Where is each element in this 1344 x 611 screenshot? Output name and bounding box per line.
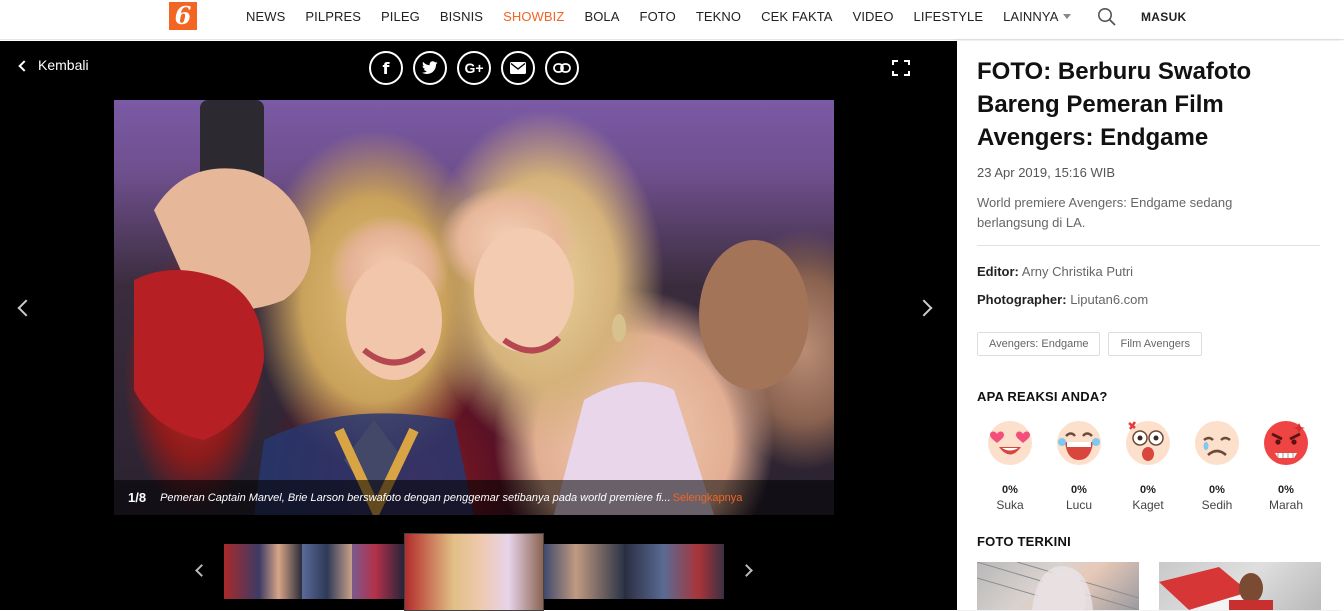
chevron-left-icon (18, 59, 30, 72)
thumbnail-next-arrow[interactable] (740, 564, 753, 577)
photographer-row: Photographer: Liputan6.com (977, 292, 1148, 307)
google-plus-icon[interactable]: G+ (457, 51, 491, 85)
thumbnail-active[interactable] (404, 533, 544, 611)
reaction-percent: 0% (1140, 484, 1156, 496)
top-navigation-bar: 6 NEWS PILPRES PILEG BISNIS SHOWBIZ BOLA… (0, 0, 1344, 40)
reaction-percent: 0% (1002, 484, 1018, 496)
reaction-sedih[interactable]: 0% Sedih (1187, 417, 1247, 512)
photo-caption-bar: 1/8 Pemeran Captain Marvel, Brie Larson … (114, 480, 834, 515)
article-summary: World premiere Avengers: Endgame sedang … (977, 195, 1233, 230)
facebook-icon[interactable]: f (369, 51, 403, 85)
reactions-heading: APA REAKSI ANDA? (977, 389, 1108, 404)
site-logo[interactable]: 6 (169, 2, 197, 30)
photographer-label: Photographer: (977, 292, 1067, 307)
nav-item-pilpres[interactable]: PILPRES (295, 9, 371, 24)
fullscreen-icon[interactable] (892, 60, 910, 76)
previous-photo-arrow[interactable] (17, 299, 35, 317)
reaction-percent: 0% (1278, 484, 1294, 496)
nav-item-lainnya-dropdown[interactable]: LAINNYA (993, 9, 1081, 24)
editor-row: Editor: Arny Christika Putri (977, 264, 1133, 279)
nav-item-showbiz[interactable]: SHOWBIZ (493, 9, 574, 24)
photo-caption: Pemeran Captain Marvel, Brie Larson bers… (160, 491, 671, 504)
twitter-icon[interactable] (413, 51, 447, 85)
reaction-marah[interactable]: 0% Marah (1256, 417, 1316, 512)
nav-item-lifestyle[interactable]: LIFESTYLE (904, 9, 994, 24)
nav-item-tekno[interactable]: TEKNO (686, 9, 751, 24)
photographer-name: Liputan6.com (1070, 292, 1149, 307)
reaction-lucu[interactable]: 0% Lucu (1049, 417, 1109, 512)
nav-item-foto[interactable]: FOTO (630, 9, 686, 24)
publish-date: 23 Apr 2019, 15:16 WIB (977, 165, 1116, 180)
reaction-label: Lucu (1065, 498, 1093, 512)
search-icon[interactable] (1097, 7, 1117, 27)
nav-item-cek-fakta[interactable]: CEK FAKTA (751, 9, 842, 24)
nav-item-bisnis[interactable]: BISNIS (430, 9, 493, 24)
sad-icon (1194, 420, 1240, 466)
latest-photos-heading: FOTO TERKINI (977, 534, 1071, 549)
link-icon[interactable] (545, 51, 579, 85)
nav-item-news[interactable]: NEWS (236, 9, 295, 24)
photo-counter: 1/8 (128, 490, 147, 505)
next-photo-arrow[interactable] (915, 299, 933, 317)
reaction-label: Marah (1268, 498, 1303, 512)
surprised-icon (1125, 420, 1171, 466)
angry-icon (1263, 420, 1309, 466)
back-label: Kembali (38, 57, 89, 73)
thumbnail[interactable] (544, 544, 624, 599)
nav-item-pileg[interactable]: PILEG (371, 9, 430, 24)
reaction-kaget[interactable]: 0% Kaget (1118, 417, 1178, 512)
thumbnail[interactable] (302, 544, 352, 599)
thumbnail[interactable] (224, 544, 302, 599)
tag-film-avengers[interactable]: Film Avengers (1108, 332, 1202, 356)
thumbnail[interactable] (624, 544, 724, 599)
main-nav: NEWS PILPRES PILEG BISNIS SHOWBIZ BOLA F… (236, 0, 1081, 32)
main-photo (114, 100, 834, 515)
article-info-panel: FOTO: Berburu Swafoto Bareng Pemeran Fil… (957, 41, 1344, 610)
reaction-suka[interactable]: 0% Suka (980, 417, 1040, 512)
back-button[interactable]: Kembali (18, 57, 89, 73)
tag-list: Avengers: Endgame Film Avengers (977, 332, 1202, 356)
thumbnail[interactable] (352, 544, 404, 599)
reaction-label: Kaget (1132, 498, 1164, 512)
login-link[interactable]: MASUK (1141, 10, 1187, 24)
divider (977, 245, 1320, 246)
heart-eyes-icon (987, 420, 1033, 466)
reaction-percent: 0% (1209, 484, 1225, 496)
laughing-icon (1056, 420, 1102, 466)
reaction-percent: 0% (1071, 484, 1087, 496)
photo-gallery: Kembali f G+ 1/8 Pemeran Captain Marvel,… (0, 41, 957, 611)
share-buttons: f G+ (369, 51, 579, 85)
nav-item-bola[interactable]: BOLA (574, 9, 629, 24)
photo-illustration (134, 100, 809, 515)
read-more-link[interactable]: Selengkapnya (673, 492, 743, 504)
reaction-label: Suka (996, 498, 1024, 512)
article-title: FOTO: Berburu Swafoto Bareng Pemeran Fil… (977, 58, 1252, 151)
email-icon[interactable] (501, 51, 535, 85)
thumbnail-prev-arrow[interactable] (195, 564, 208, 577)
latest-photo-thumbnail[interactable] (977, 562, 1139, 610)
reaction-label: Sedih (1201, 498, 1233, 512)
tag-avengers-endgame[interactable]: Avengers: Endgame (977, 332, 1101, 356)
editor-label: Editor: (977, 264, 1019, 279)
nav-item-video[interactable]: VIDEO (843, 9, 904, 24)
editor-name: Arny Christika Putri (1021, 264, 1134, 279)
latest-photo-thumbnail[interactable] (1159, 562, 1321, 610)
thumbnail-strip (224, 533, 724, 611)
reaction-list: 0% Suka 0% Lucu 0% Kaget 0% Sedih 0% Mar… (977, 417, 1327, 517)
